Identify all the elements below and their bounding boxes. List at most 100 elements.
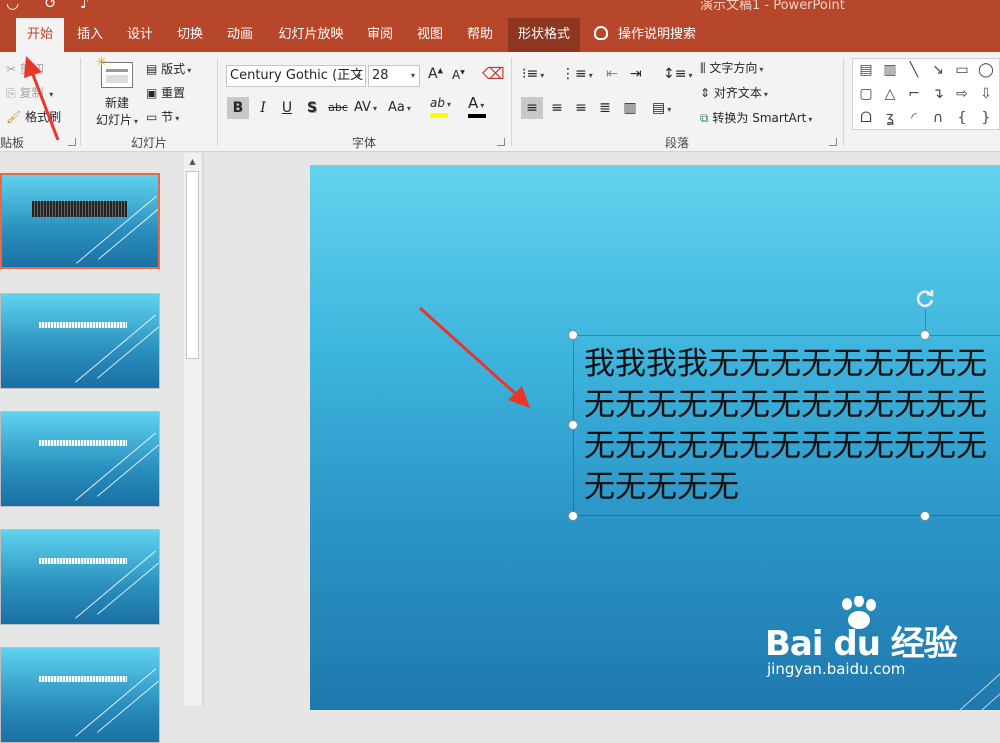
strikethrough-button[interactable]: abc [326, 97, 350, 119]
numbering-button[interactable]: ⋮≡ ▾ [561, 66, 593, 82]
tab-animations[interactable]: 动画 [218, 18, 262, 52]
slide-thumbnail-3[interactable] [0, 411, 160, 507]
rotate-handle-icon[interactable] [914, 287, 936, 309]
elbow-arrow-connector-shape-icon[interactable]: ↴ [927, 83, 949, 105]
arc-shape-icon[interactable]: ◜ [903, 107, 925, 129]
rectangle-shape-icon[interactable]: ▭ [951, 59, 973, 81]
slide-thumbnail-2[interactable] [0, 293, 160, 389]
columns-icon: ▤ [652, 100, 666, 116]
resize-handle-top-middle[interactable] [920, 330, 930, 340]
down-arrow-shape-icon[interactable]: ⇩ [975, 83, 997, 105]
tab-transitions[interactable]: 切换 [168, 18, 212, 52]
ribbon: ✂ 剪切 ⎘ 复制 ▾ 🖌 格式刷 剪贴板 ✳ 新建 幻灯片▾ ▤ 版式▾ ▣ … [0, 52, 1000, 152]
clipboard-dialog-launcher[interactable] [68, 138, 76, 146]
curve-shape-icon[interactable]: ∩ [927, 107, 949, 129]
slide-thumbnail-5[interactable] [0, 647, 160, 743]
align-left-button[interactable]: ≡ [521, 97, 543, 119]
chevron-down-icon[interactable]: ▾ [353, 66, 365, 86]
resize-handle-middle-left[interactable] [568, 420, 578, 430]
resize-handle-bottom-left[interactable] [568, 511, 578, 521]
font-size-combo[interactable]: 28 ▾ [368, 65, 420, 87]
oval-shape-icon[interactable]: ◯ [975, 59, 997, 81]
font-dialog-launcher[interactable] [497, 138, 505, 146]
tab-review[interactable]: 审阅 [358, 18, 402, 52]
bullets-button[interactable]: ⁝≡ ▾ [522, 66, 544, 82]
line-spacing-button[interactable]: ↕≡ ▾ [663, 66, 692, 82]
copy-button[interactable]: ⎘ 复制 ▾ [6, 84, 53, 101]
elbow-connector-shape-icon[interactable]: ⌐ [903, 83, 925, 105]
format-painter-button[interactable]: 🖌 格式刷 [6, 108, 61, 125]
tab-design[interactable]: 设计 [118, 18, 162, 52]
slide-thumbnail-4[interactable] [0, 529, 160, 625]
italic-button[interactable]: I [252, 97, 274, 119]
paragraph-dialog-launcher[interactable] [829, 138, 837, 146]
microphone-icon[interactable]: ♪ [80, 0, 90, 12]
bullets-icon: ⁝≡ [522, 66, 539, 82]
resize-handle-top-left[interactable] [568, 330, 578, 340]
slide-thumbnail-pane: ▲ [0, 153, 204, 743]
layout-button[interactable]: ▤ 版式 ▾ [146, 60, 191, 77]
save-icon[interactable]: ◡ [6, 0, 19, 12]
rounded-rectangle-shape-icon[interactable]: ▢ [855, 83, 877, 105]
distributed-button[interactable]: ▥ [619, 97, 641, 119]
character-spacing-button[interactable]: AV ▾ [354, 100, 377, 115]
grow-font-button[interactable]: A▲ [428, 66, 443, 82]
cut-button[interactable]: ✂ 剪切 [6, 60, 44, 77]
align-center-button[interactable]: ≡ [546, 97, 568, 119]
right-arrow-shape-icon[interactable]: ⇨ [951, 83, 973, 105]
justify-button[interactable]: ≣ [594, 97, 616, 119]
slide-thumbnail-1[interactable] [0, 173, 160, 269]
clear-formatting-button[interactable]: ⌫ [482, 64, 505, 83]
shrink-font-button[interactable]: A▼ [452, 68, 465, 82]
section-label: 节 [161, 110, 174, 124]
decrease-indent-button[interactable]: ⇤ [606, 66, 618, 82]
align-right-button[interactable]: ≡ [570, 97, 592, 119]
tell-me-search[interactable]: 操作说明搜索 [594, 18, 696, 52]
text-box-shape-icon[interactable]: ▤ [855, 59, 877, 81]
freeform-shape-icon[interactable]: ᗝ [855, 107, 877, 129]
new-slide-button[interactable]: ✳ 新建 幻灯片 ▾ [92, 55, 142, 130]
line-shape-icon[interactable]: ╲ [903, 59, 925, 81]
scroll-up-icon[interactable]: ▲ [184, 153, 201, 170]
bold-button[interactable]: B [227, 97, 249, 119]
underline-button[interactable]: U [276, 97, 298, 119]
align-text-label: 对齐文本 [713, 86, 762, 100]
undo-icon[interactable]: ↺ [44, 0, 57, 12]
reset-button[interactable]: ▣ 重置 [146, 84, 185, 101]
tab-insert[interactable]: 插入 [68, 18, 112, 52]
shapes-gallery[interactable]: ▤ ▥ ╲ ↘ ▭ ◯ ▢ △ ⌐ ↴ ⇨ ⇩ ᗝ ʓ ◜ ∩ { } [852, 58, 1000, 130]
selected-text-box[interactable]: 我我我我无无无无无无无无无无无无无无无无无无无无无无无无无无无无无无无无无无无无… [573, 335, 1000, 516]
paintbrush-icon: 🖌 [6, 110, 22, 124]
font-name-combo[interactable]: Century Gothic (正文 ▾ [226, 65, 366, 87]
scribble-shape-icon[interactable]: ʓ [879, 107, 901, 129]
font-color-button[interactable]: A ▾ [468, 94, 486, 118]
left-brace-shape-icon[interactable]: { [951, 107, 973, 129]
highlight-color-button[interactable]: ab ▾ [430, 96, 451, 118]
tab-view[interactable]: 视图 [408, 18, 452, 52]
section-button[interactable]: ▭ 节 ▾ [146, 108, 179, 125]
scrollbar-thumb[interactable] [186, 171, 199, 359]
convert-smartart-button[interactable]: ⧉ 转换为 SmartArt ▾ [700, 109, 812, 126]
slides-group-label: 幻灯片 [130, 136, 167, 150]
resize-handle-bottom-middle[interactable] [920, 511, 930, 521]
slide-body-text[interactable]: 我我我我无无无无无无无无无无无无无无无无无无无无无无无无无无无无无无无无无无无无… [584, 344, 1000, 508]
change-case-button[interactable]: Aa ▾ [388, 100, 411, 115]
layout-label: 版式 [161, 62, 186, 76]
tab-home[interactable]: 开始 [16, 18, 64, 52]
triangle-shape-icon[interactable]: △ [879, 83, 901, 105]
increase-indent-button[interactable]: ⇥ [630, 66, 642, 82]
chevron-down-icon[interactable]: ▾ [407, 66, 419, 86]
tab-help[interactable]: 帮助 [458, 18, 502, 52]
arrow-line-shape-icon[interactable]: ↘ [927, 59, 949, 81]
right-brace-shape-icon[interactable]: } [975, 107, 997, 129]
text-direction-button[interactable]: ⫼ 文字方向 ▾ [700, 59, 763, 76]
vertical-text-box-shape-icon[interactable]: ▥ [879, 59, 901, 81]
tab-slide-show[interactable]: 幻灯片放映 [270, 18, 352, 52]
align-text-icon: ⇕ [700, 86, 711, 100]
thumbnail-scrollbar[interactable]: ▲ [184, 153, 201, 706]
tab-shape-format[interactable]: 形状格式 [508, 18, 580, 52]
font-color-swatch [468, 114, 486, 118]
align-text-button[interactable]: ⇕ 对齐文本 ▾ [700, 84, 768, 101]
shadow-button[interactable]: S [301, 97, 323, 119]
columns-button[interactable]: ▤ ▾ [652, 100, 671, 116]
